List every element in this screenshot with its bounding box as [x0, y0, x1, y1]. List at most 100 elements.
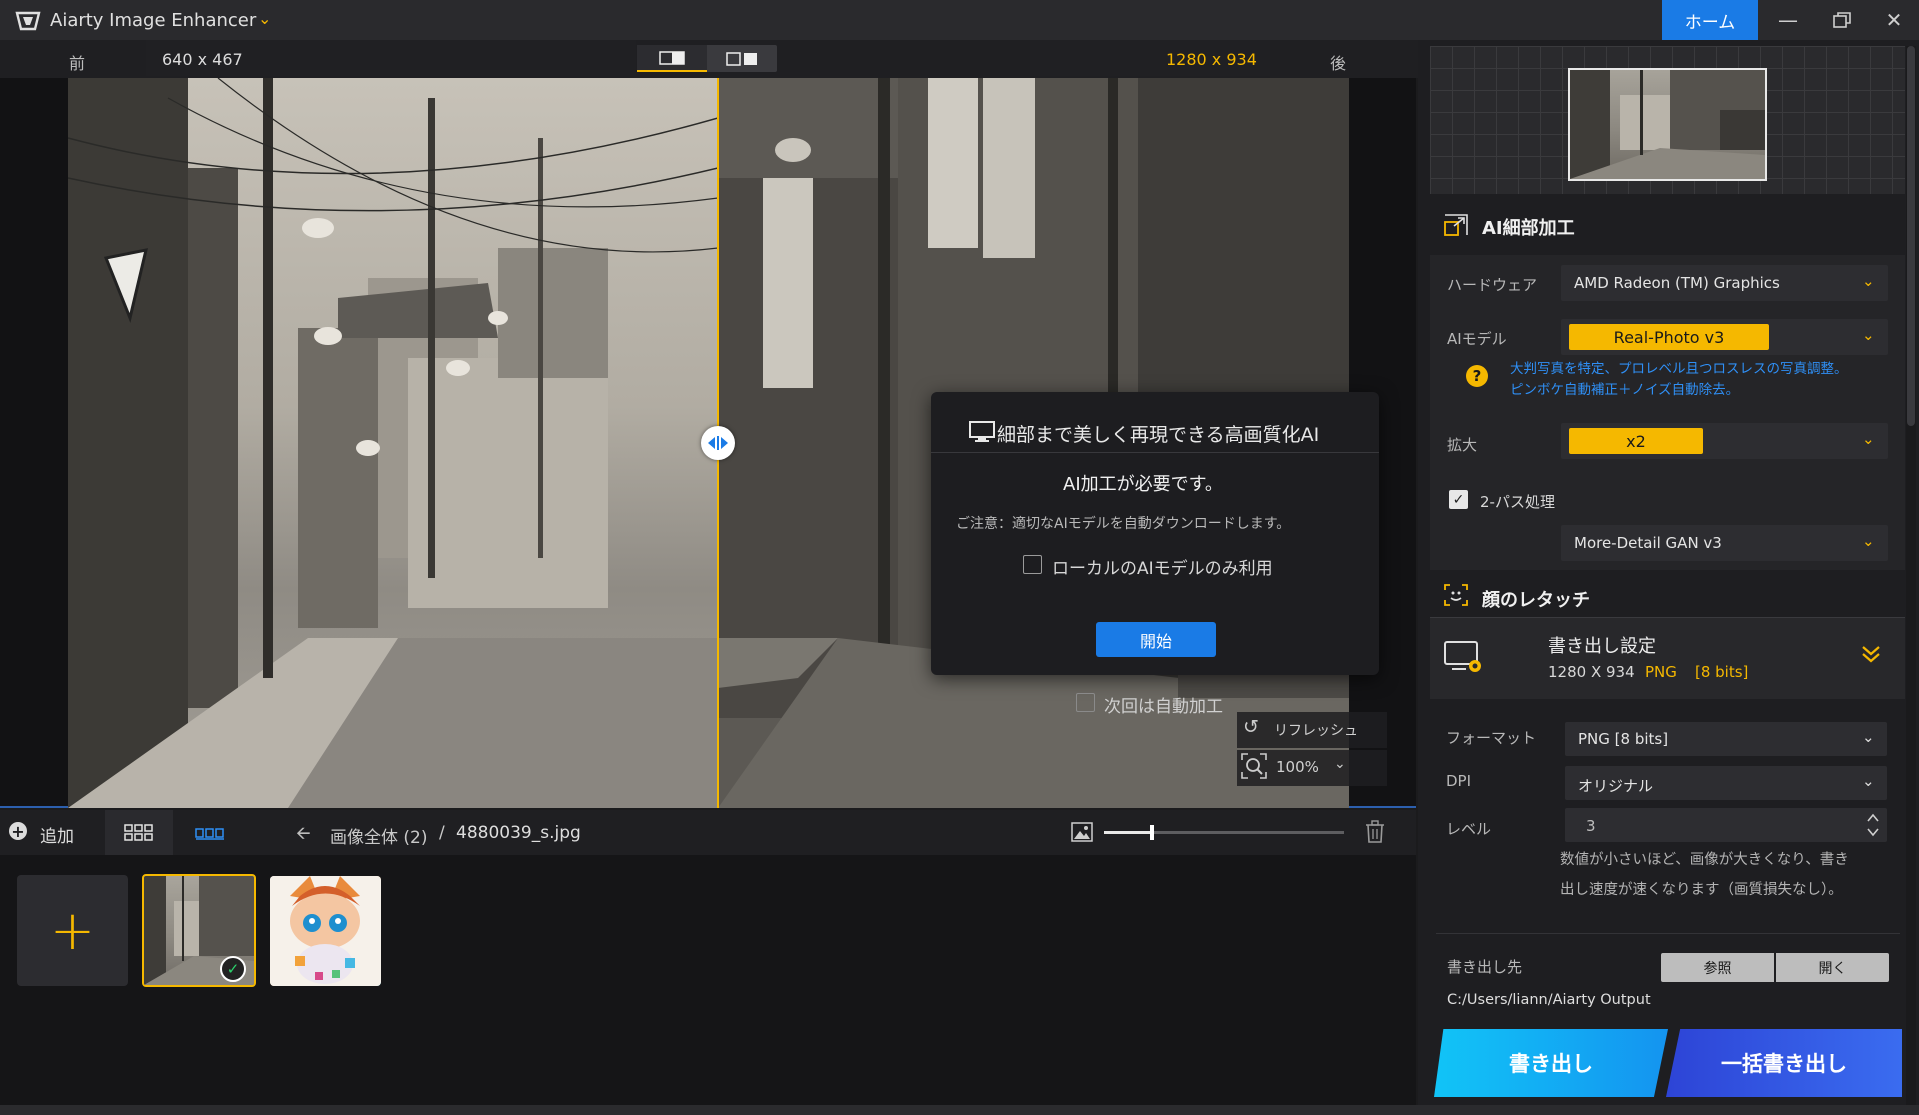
- scale-label: 拡大: [1447, 436, 1478, 454]
- split-view-icon: [659, 50, 685, 65]
- chevron-down-icon: ⌄: [1862, 326, 1875, 344]
- ai-settings-group: [1430, 255, 1905, 570]
- view-mode-toggle: [637, 45, 777, 72]
- auto-process-label[interactable]: 次回は自動加工: [1104, 692, 1223, 717]
- filmstrip-view-button[interactable]: [180, 810, 240, 855]
- chevron-down-icon: ⌄: [1862, 772, 1875, 790]
- level-help-line1: 数値が小さいほど、画像が大きくなり、書き: [1560, 852, 1849, 868]
- export-dimensions: 1280 X 934: [1548, 663, 1635, 681]
- breadcrumb-current-file: 4880039_s.jpg: [456, 823, 581, 843]
- model-description-line1: 大判写真を特定、プロレベル且つロスレスの写真調整。: [1510, 361, 1848, 377]
- level-help-line2: 出し速度が速くなります（画質損失なし）。: [1560, 882, 1843, 898]
- slider-fill: [1104, 831, 1152, 834]
- minimize-icon[interactable]: —: [1768, 6, 1808, 34]
- zoom-value: 100%: [1276, 758, 1319, 776]
- dpi-value: オリジナル: [1578, 777, 1654, 795]
- dialog-message: AI加工が必要です。: [1063, 474, 1223, 495]
- export-settings-card[interactable]: [1430, 617, 1905, 699]
- bottom-edge: [0, 1105, 1919, 1115]
- ai-section-title: AI細部加工: [1482, 218, 1575, 239]
- ai-model-label: AIモデル: [1447, 330, 1507, 348]
- breadcrumb-all-images[interactable]: 画像全体 (2): [330, 823, 427, 848]
- local-only-checkbox[interactable]: [1023, 555, 1042, 574]
- chevron-down-icon: ⌄: [1862, 728, 1875, 746]
- dialog-divider: [931, 452, 1379, 453]
- ai-model-chip: Real-Photo v3: [1569, 324, 1769, 350]
- format-value: PNG [8 bits]: [1578, 730, 1669, 748]
- before-label: 前: [69, 54, 86, 73]
- scale-chip: x2: [1569, 428, 1703, 454]
- add-icon[interactable]: +: [9, 822, 27, 841]
- local-only-label[interactable]: ローカルのAIモデルのみ利用: [1052, 554, 1273, 579]
- export-button[interactable]: 書き出し: [1434, 1029, 1668, 1097]
- auto-process-checkbox[interactable]: [1076, 693, 1095, 712]
- dialog-title: 細部まで美しく再現できる高画質化AI: [997, 424, 1320, 446]
- hardware-label: ハードウェア: [1447, 276, 1538, 294]
- batch-export-button[interactable]: 一括書き出し: [1666, 1029, 1902, 1097]
- slider-knob[interactable]: [1150, 825, 1154, 840]
- split-view-button[interactable]: [637, 45, 707, 72]
- two-pass-checkbox[interactable]: ✓: [1449, 490, 1468, 509]
- thumbnail-size-icon: [1071, 822, 1093, 842]
- export-format: PNG: [1645, 663, 1677, 681]
- double-chevron-down-icon[interactable]: [1860, 643, 1882, 671]
- filmstrip-icon: [195, 827, 224, 840]
- after-resolution: 1280 x 934: [1166, 50, 1257, 69]
- side-by-side-button[interactable]: [707, 45, 777, 72]
- chevron-down-icon: ⌄: [1862, 272, 1875, 290]
- format-label: フォーマット: [1446, 729, 1537, 747]
- grid-view-button[interactable]: [105, 810, 173, 855]
- divider: [1436, 933, 1900, 934]
- dpi-label: DPI: [1446, 772, 1472, 790]
- drag-arrows-icon: [708, 436, 728, 450]
- app-logo-icon: [15, 11, 41, 31]
- add-button[interactable]: 追加: [40, 822, 74, 847]
- navigator-thumbnail[interactable]: [1568, 68, 1767, 181]
- split-drag-handle[interactable]: [701, 426, 735, 460]
- stepper-arrows-icon[interactable]: [1866, 812, 1880, 838]
- chevron-down-icon: ⌄: [1334, 756, 1346, 772]
- chevron-down-icon[interactable]: ⌄: [258, 9, 271, 28]
- export-settings-title: 書き出し設定: [1548, 636, 1656, 657]
- dialog-note: ご注意：適切なAIモデルを自動ダウンロードします。: [956, 516, 1291, 532]
- before-image: [68, 78, 718, 808]
- export-bit-depth: [8 bits]: [1695, 663, 1749, 681]
- export-settings-icon: [1444, 641, 1481, 672]
- level-stepper[interactable]: [1565, 808, 1887, 842]
- hardware-value: AMD Radeon (TM) Graphics: [1574, 274, 1780, 292]
- add-image-tile[interactable]: +: [17, 875, 128, 986]
- refresh-icon: ↺: [1243, 716, 1259, 738]
- app-title: Aiarty Image Enhancer: [50, 10, 257, 31]
- level-value: 3: [1586, 817, 1596, 835]
- chevron-down-icon: ⌄: [1862, 430, 1875, 448]
- before-resolution: 640 x 467: [162, 50, 243, 69]
- refresh-label: リフレッシュ: [1274, 723, 1358, 739]
- zoom-icon: [1241, 753, 1267, 779]
- panel-scrollbar-thumb[interactable]: [1907, 46, 1915, 426]
- trash-icon[interactable]: [1364, 820, 1386, 844]
- close-icon[interactable]: ✕: [1874, 6, 1914, 34]
- chevron-down-icon: ⌄: [1862, 532, 1875, 550]
- title-bar: [0, 0, 1919, 40]
- after-label: 後: [1330, 54, 1347, 73]
- restore-icon[interactable]: [1822, 6, 1862, 34]
- grid-icon: [124, 823, 153, 841]
- level-label: レベル: [1446, 820, 1492, 838]
- destination-label: 書き出し先: [1447, 958, 1523, 976]
- back-arrow-icon[interactable]: 🡨: [296, 821, 311, 851]
- selected-check-icon: ✓: [220, 956, 246, 982]
- thumbnail-pixel-cat[interactable]: [270, 876, 381, 986]
- home-button[interactable]: ホーム: [1662, 0, 1758, 40]
- model-description-line2: ピンボケ自動補正＋ノイズ自動除去。: [1510, 382, 1740, 398]
- browse-button[interactable]: 参照: [1661, 953, 1774, 982]
- destination-path: C:/Users/liann/Aiarty Output: [1447, 992, 1651, 1008]
- face-retouch-icon: [1444, 584, 1468, 606]
- open-folder-button[interactable]: 開く: [1776, 953, 1889, 982]
- monitor-icon: [969, 421, 995, 442]
- start-button[interactable]: 開始: [1096, 622, 1216, 657]
- two-pass-label[interactable]: 2-パス処理: [1480, 491, 1555, 512]
- side-by-side-icon: [726, 51, 757, 66]
- help-icon[interactable]: ?: [1466, 365, 1488, 387]
- upscale-icon: [1444, 214, 1468, 236]
- breadcrumb-separator: /: [439, 823, 445, 843]
